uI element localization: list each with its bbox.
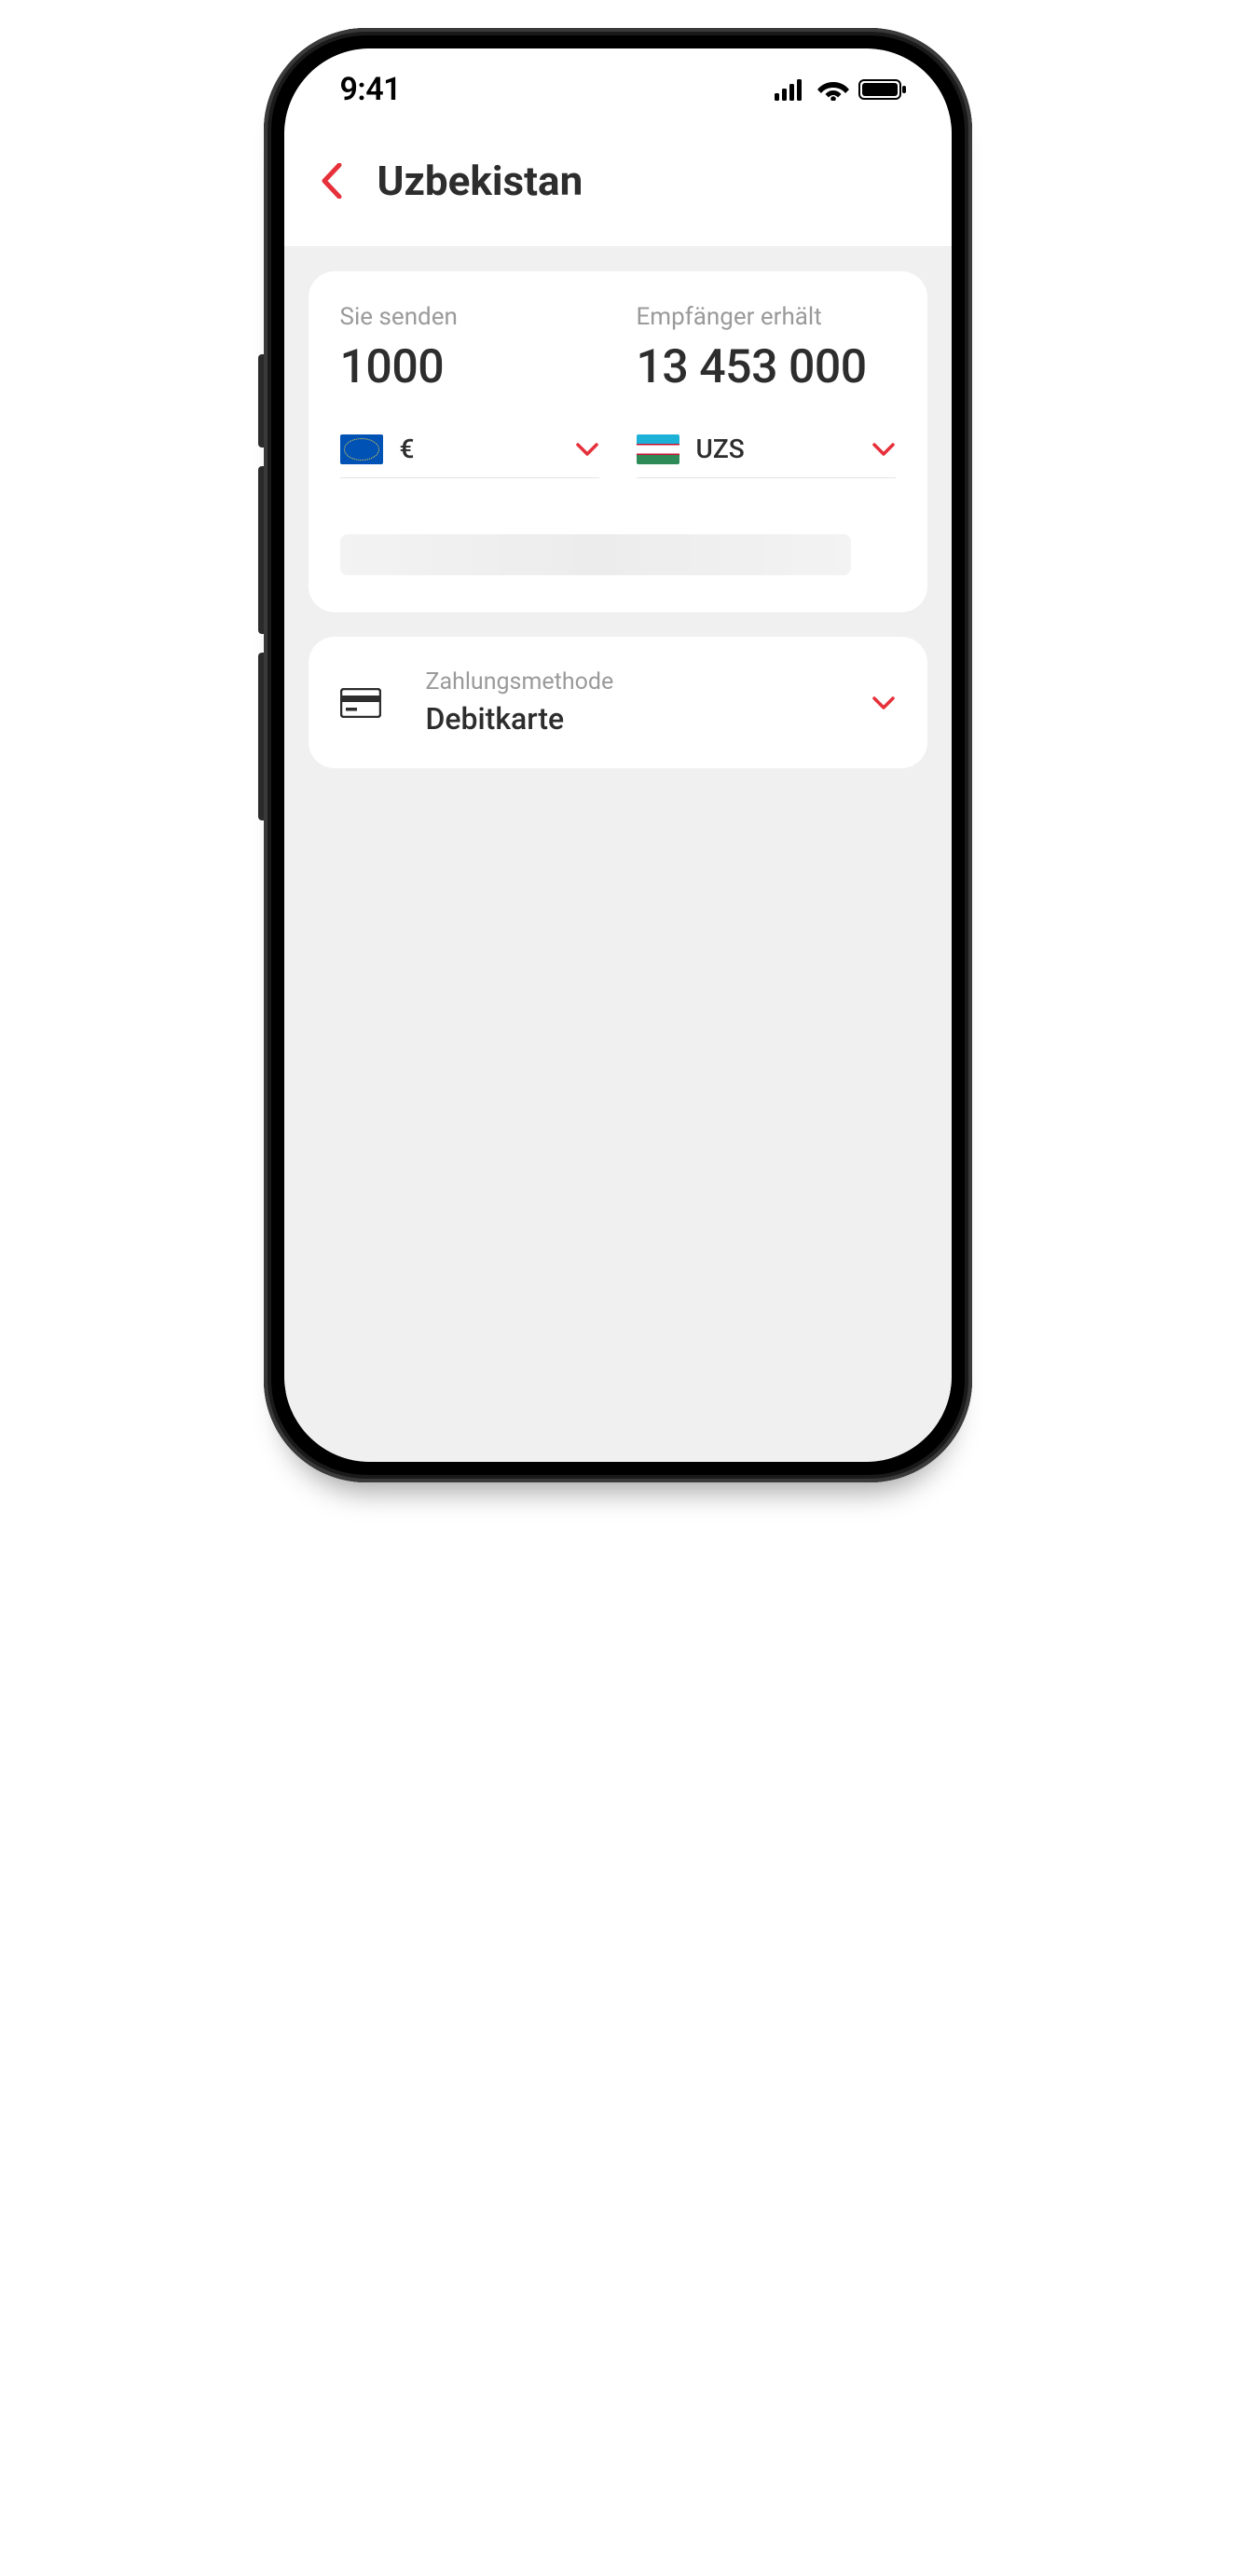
chevron-down-icon — [871, 691, 896, 715]
transfer-card: Sie senden 1000 Empfänger erhält 13 453 … — [309, 271, 927, 613]
status-icons — [775, 78, 907, 101]
status-time: 9:41 — [340, 71, 402, 108]
send-amount-label: Sie senden — [340, 303, 599, 331]
phone-frame: 9:41 — [264, 28, 972, 1482]
payment-method-value: Debitkarte — [426, 701, 827, 737]
cellular-icon — [775, 78, 808, 101]
content-area: Sie senden 1000 Empfänger erhält 13 453 … — [284, 247, 952, 1462]
payment-method-select[interactable]: Zahlungsmethode Debitkarte — [309, 637, 927, 768]
send-currency-select[interactable]: € — [340, 434, 599, 478]
send-amount-field[interactable]: Sie senden 1000 — [340, 303, 599, 394]
send-amount-value: 1000 — [340, 340, 599, 394]
chevron-down-icon — [575, 437, 599, 461]
loading-skeleton — [340, 534, 851, 575]
page-header: Uzbekistan — [284, 131, 952, 247]
payment-method-label: Zahlungsmethode — [426, 668, 827, 696]
receive-amount-field: Empfänger erhält 13 453 000 — [637, 303, 896, 394]
phone-side-button — [258, 653, 264, 820]
receive-currency-code: UZS — [696, 434, 855, 464]
receive-currency-select[interactable]: UZS — [637, 434, 896, 478]
card-icon — [340, 688, 381, 718]
screen: 9:41 — [284, 48, 952, 1462]
uz-flag-icon — [637, 434, 679, 464]
receive-amount-label: Empfänger erhält — [637, 303, 896, 331]
chevron-down-icon — [871, 437, 896, 461]
receive-amount-value: 13 453 000 — [637, 340, 896, 394]
page-title: Uzbekistan — [377, 157, 583, 205]
battery-icon — [858, 78, 907, 101]
status-bar: 9:41 — [284, 48, 952, 131]
eu-flag-icon — [340, 434, 383, 464]
back-button[interactable] — [314, 163, 350, 199]
wifi-icon — [817, 78, 849, 101]
chevron-left-icon — [321, 163, 343, 199]
send-currency-symbol: € — [400, 434, 558, 464]
